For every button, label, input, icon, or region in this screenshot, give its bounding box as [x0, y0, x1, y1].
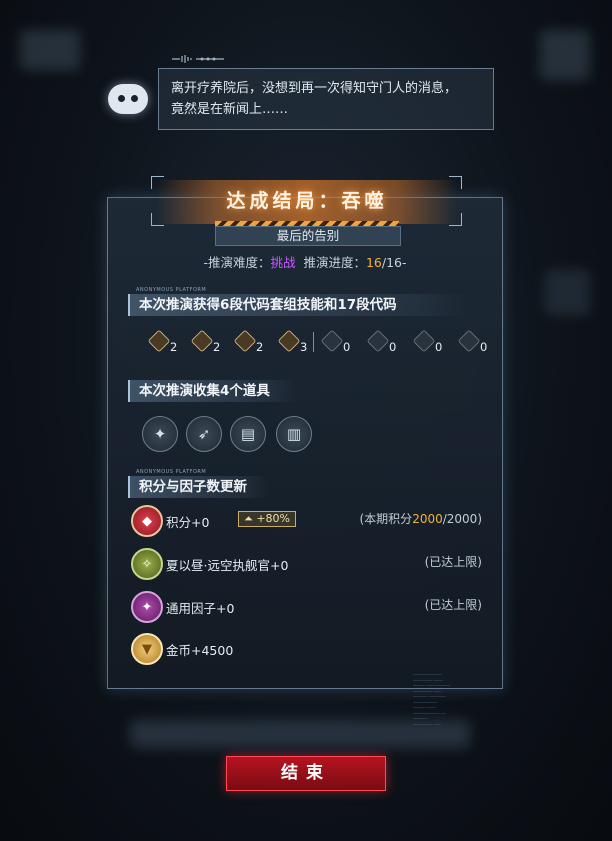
skill-count: 0	[480, 340, 488, 354]
points-period-value: 2000	[412, 512, 443, 526]
points-period-suffix: /2000)	[442, 512, 482, 526]
skill-count: 0	[343, 340, 351, 354]
points-label: 积分+0	[166, 515, 210, 530]
dialog-line-1: 离开疗养院后，没想到再一次得知守门人的消息，	[171, 81, 458, 96]
section-tag: ANONYMOUS PLATFORM	[136, 287, 207, 293]
skill-count: 0	[389, 340, 397, 354]
items-heading: 本次推演收集4个道具	[128, 380, 298, 402]
code-icon	[320, 329, 344, 353]
background-blur	[545, 270, 590, 315]
skill-slot[interactable]: 0	[457, 329, 488, 355]
factor-status: (已达上限)	[424, 598, 482, 612]
collected-item[interactable]: ✦	[142, 416, 178, 452]
dialog-line-2: 竟然是在新闻上……	[171, 102, 289, 117]
points-boost-badge[interactable]: ⏶ +80%	[238, 511, 296, 527]
points-icon: ◆	[131, 505, 163, 537]
skill-count: 3	[300, 340, 308, 354]
progress-total: /16-	[381, 255, 407, 270]
progress-label: 推演进度：	[303, 255, 366, 270]
general-factor-icon: ✦	[131, 591, 163, 623]
coin-label: 金币+4500	[166, 643, 234, 658]
section-tag: ANONYMOUS PLATFORM	[136, 469, 207, 475]
factor-row: ✦ 通用因子+0 (已达上限)	[128, 591, 488, 625]
officer-status: (已达上限)	[424, 555, 482, 569]
officer-label: 夏以昼·远空执舰官+0	[166, 558, 289, 573]
skill-count: 2	[170, 340, 178, 354]
dialog-box[interactable]: 离开疗养院后，没想到再一次得知守门人的消息， 竟然是在新闻上……	[158, 68, 494, 130]
code-set-icon	[277, 329, 301, 353]
skill-slot[interactable]: 2	[190, 329, 221, 355]
officer-factor-icon: ✧	[131, 548, 163, 580]
collected-item[interactable]: ▤	[230, 416, 266, 452]
collected-item[interactable]: ▥	[276, 416, 312, 452]
skill-slot[interactable]: 2	[147, 329, 178, 355]
end-button[interactable]: 结束	[226, 756, 386, 791]
difficulty-progress-row: -推演难度：挑战 推演进度：16/16-	[107, 252, 503, 271]
skill-slot[interactable]: 0	[320, 329, 351, 355]
boost-value: +80%	[256, 512, 290, 525]
officer-row: ✧ 夏以昼·远空执舰官+0 (已达上限)	[128, 548, 488, 582]
voice-wave-icon	[172, 55, 224, 63]
boost-arrow-icon: ⏶	[244, 512, 253, 525]
skill-count: 0	[435, 340, 443, 354]
ending-title: 达成结局：吞噬	[226, 190, 388, 212]
code-icon	[366, 329, 390, 353]
code-set-icon	[190, 329, 214, 353]
coin-icon: ▼	[131, 633, 163, 665]
narrator-avatar	[108, 84, 148, 114]
code-icon	[457, 329, 481, 353]
code-icon	[412, 329, 436, 353]
difficulty-value: 挑战	[270, 255, 296, 270]
ending-subtitle: 最后的告别	[215, 226, 401, 246]
code-set-icon	[233, 329, 257, 353]
skill-divider	[313, 332, 314, 352]
factor-label: 通用因子+0	[166, 601, 235, 616]
skill-count: 2	[213, 340, 221, 354]
difficulty-label: -推演难度：	[203, 255, 271, 270]
background-blur	[540, 30, 590, 80]
points-period-prefix: (本期积分	[359, 512, 413, 526]
score-row: ◆ 积分+0 ⏶ +80% (本期积分2000/2000)	[128, 505, 488, 539]
background-log-text: ──────────── ──────── ──── ───── ─────────…	[413, 672, 451, 727]
skill-slot[interactable]: 2	[233, 329, 264, 355]
coin-row: ▼ 金币+4500	[128, 633, 488, 667]
skills-heading: 本次推演获得6段代码套组技能和17段代码	[128, 294, 468, 316]
points-period: (本期积分2000/2000)	[360, 510, 483, 527]
background-blur	[20, 30, 80, 70]
collected-item[interactable]: ➶	[186, 416, 222, 452]
skill-slot[interactable]: 0	[412, 329, 443, 355]
skill-slot[interactable]: 0	[366, 329, 397, 355]
skill-slot[interactable]: 3	[277, 329, 308, 355]
skill-count: 2	[256, 340, 264, 354]
code-set-icon	[147, 329, 171, 353]
progress-current: 16	[365, 255, 382, 270]
score-heading: 积分与因子数更新	[128, 476, 268, 498]
